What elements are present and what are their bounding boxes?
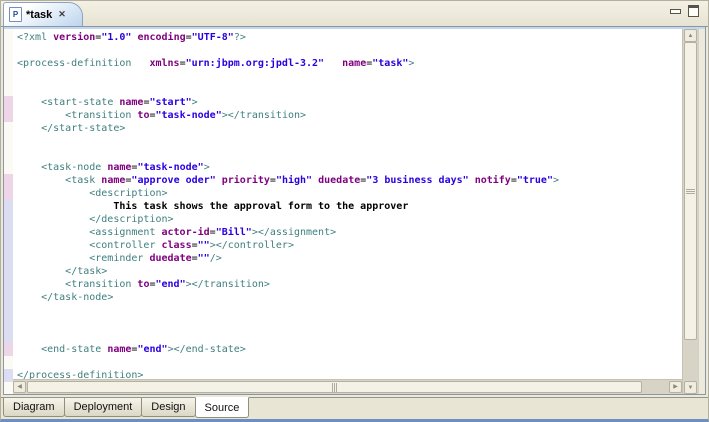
- scroll-up-icon[interactable]: ▲: [684, 29, 697, 42]
- scroll-grip: [332, 383, 337, 392]
- annotation-gutter: [4, 29, 13, 394]
- vertical-scrollbar[interactable]: ▲ ▼: [682, 29, 698, 394]
- code-line: [17, 70, 682, 83]
- code-line: <description>: [17, 187, 682, 200]
- code-line: [17, 330, 682, 343]
- scroll-grip: [686, 189, 695, 194]
- editor-tab-task[interactable]: P *task ✕: [3, 2, 83, 26]
- diff-marker-changed: [4, 96, 13, 122]
- tab-source[interactable]: Source: [195, 397, 250, 418]
- code-line: </task>: [17, 265, 682, 278]
- code-line: [17, 148, 682, 161]
- scroll-left-icon[interactable]: ◀: [13, 381, 26, 393]
- diff-marker-changed: [4, 343, 13, 356]
- code-line: <?xml version="1.0" encoding="UTF-8"?>: [17, 31, 682, 44]
- tab-design[interactable]: Design: [141, 398, 195, 417]
- code-line: <end-state name="end"></end-state>: [17, 343, 682, 356]
- diff-marker-added: [4, 200, 13, 343]
- overview-ruler: [698, 29, 705, 394]
- code-line: <process-definition xmlns="urn:jbpm.org:…: [17, 57, 682, 70]
- code-line: <transition to="end"></transition>: [17, 278, 682, 291]
- diff-marker-added: [4, 369, 13, 382]
- tab-diagram[interactable]: Diagram: [3, 398, 65, 417]
- horizontal-scrollbar[interactable]: ◀ ▶: [13, 379, 682, 394]
- scroll-right-icon[interactable]: ▶: [669, 381, 682, 393]
- process-file-icon: P: [9, 7, 22, 22]
- vertical-scroll-track[interactable]: [684, 42, 697, 381]
- horizontal-scroll-thumb[interactable]: [27, 381, 642, 393]
- code-area[interactable]: <?xml version="1.0" encoding="UTF-8"?> <p…: [13, 29, 682, 379]
- tab-deployment[interactable]: Deployment: [64, 398, 143, 417]
- horizontal-scroll-track[interactable]: [27, 381, 668, 393]
- source-editor: <?xml version="1.0" encoding="UTF-8"?> <p…: [3, 27, 706, 395]
- editor-tab-title: *task: [26, 9, 52, 21]
- code-line: [17, 44, 682, 57]
- code-line: [17, 356, 682, 369]
- code-line: </start-state>: [17, 122, 682, 135]
- code-line: <task-node name="task-node">: [17, 161, 682, 174]
- code-line: This task shows the approval form to the…: [17, 200, 682, 213]
- code-line: <transition to="task-node"></transition>: [17, 109, 682, 122]
- code-line: [17, 317, 682, 330]
- close-icon[interactable]: ✕: [58, 10, 66, 19]
- code-line: </task-node>: [17, 291, 682, 304]
- code-line: <start-state name="start">: [17, 96, 682, 109]
- editor-body: <?xml version="1.0" encoding="UTF-8"?> <p…: [4, 29, 705, 394]
- code-line: </process-definition>: [17, 369, 682, 379]
- code-line: [17, 135, 682, 148]
- page-tabbar: DiagramDeploymentDesignSource: [1, 397, 708, 419]
- vertical-scroll-thumb[interactable]: [684, 42, 697, 340]
- diff-marker-changed: [4, 174, 13, 200]
- scroll-down-icon[interactable]: ▼: [684, 381, 697, 394]
- code-line: <assignment actor-id="Bill"></assignment…: [17, 226, 682, 239]
- code-line: [17, 304, 682, 317]
- code-line: </description>: [17, 213, 682, 226]
- maximize-icon[interactable]: [688, 5, 699, 17]
- code-line: [17, 83, 682, 96]
- code-line: <controller class=""></controller>: [17, 239, 682, 252]
- view-buttons: [670, 5, 699, 17]
- code-line: <task name="approve oder" priority="high…: [17, 174, 682, 187]
- code-line: <reminder duedate=""/>: [17, 252, 682, 265]
- editor-tabbar: P *task ✕: [1, 1, 708, 27]
- minimize-icon[interactable]: [670, 9, 681, 14]
- editor-window: P *task ✕ <?xml version="1.0" encoding="…: [0, 0, 709, 422]
